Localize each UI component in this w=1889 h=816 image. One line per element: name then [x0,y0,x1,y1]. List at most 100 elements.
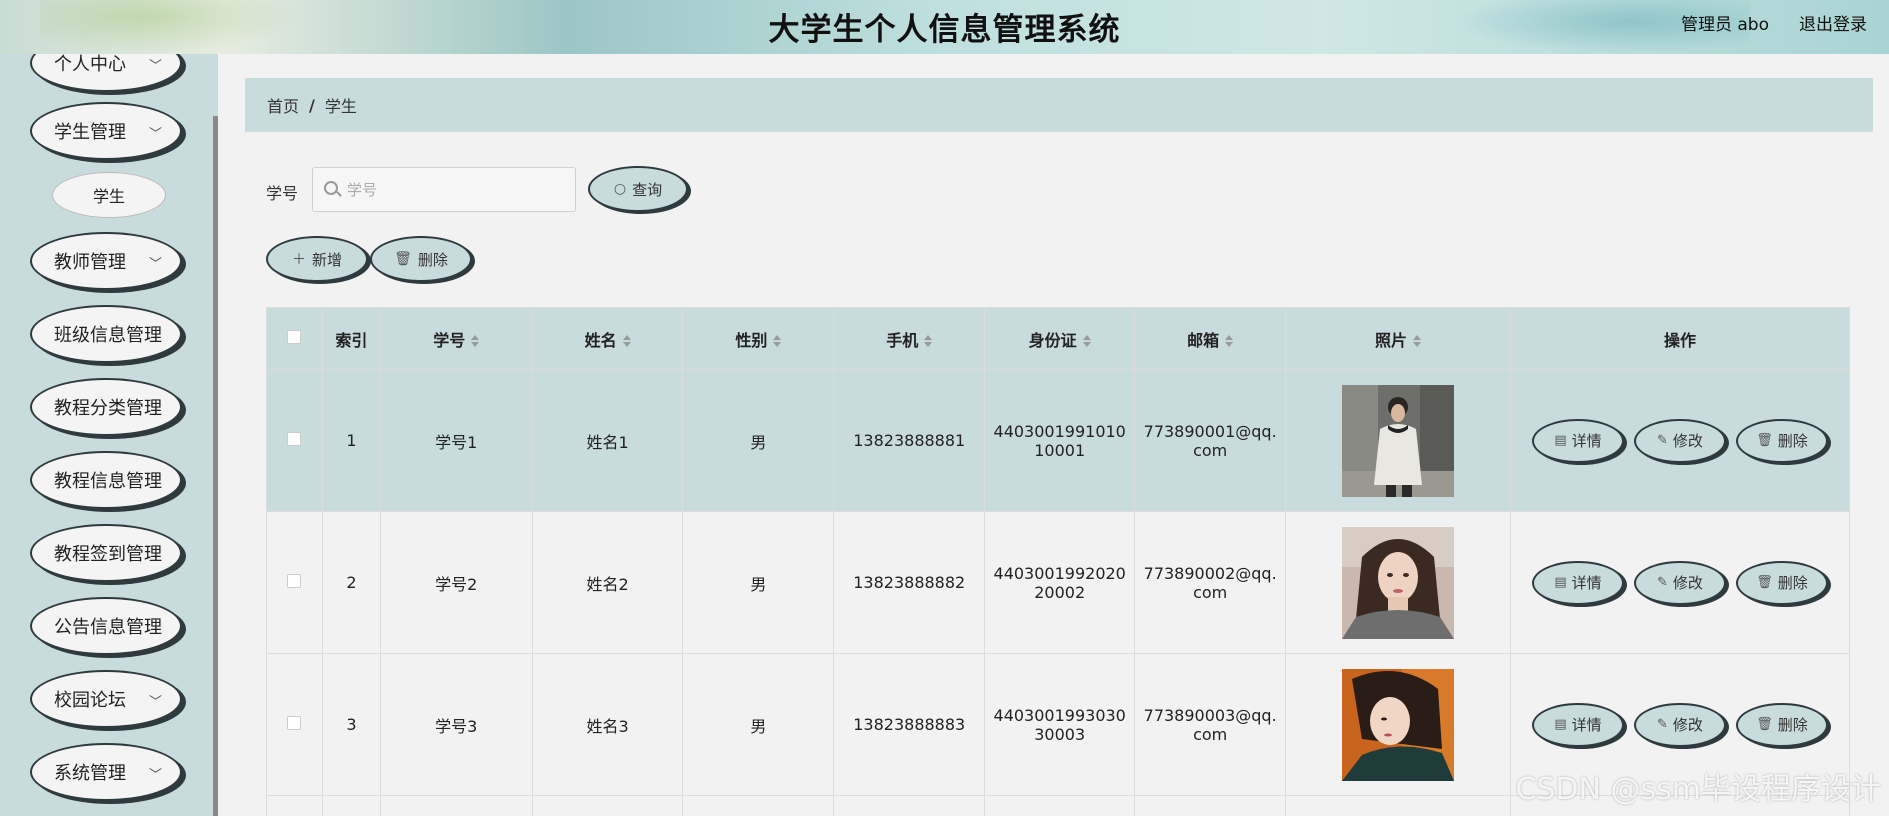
edit-button[interactable]: ✎ 修改 [1633,702,1726,747]
sidebar-item-teacher-management[interactable]: 教师管理 ﹀ [30,232,182,290]
column-header-id-card[interactable]: 身份证 [984,307,1136,370]
sidebar-item-campus-forum[interactable]: 校园论坛 ﹀ [30,670,182,728]
sidebar-subitem-student[interactable]: 学生 [52,172,166,218]
column-header-email[interactable]: 邮箱 [1134,307,1287,370]
trash-icon: 🗑 [1756,717,1773,732]
cell-photo [1285,511,1511,654]
logout-link[interactable]: 退出登录 [1799,10,1867,35]
cell-gender: 男 [682,369,835,512]
column-header-label: 姓名 [584,330,617,350]
column-header-name[interactable]: 姓名 [531,307,684,370]
breadcrumb: 首页 / 学生 [245,78,1873,132]
cell-email: 773890001@qq. com [1134,369,1287,512]
edit-button[interactable]: ✎ 修改 [1633,560,1726,605]
sort-icon[interactable] [773,335,782,347]
cell-student-no: 学号2 [379,511,533,654]
plus-icon: ＋ [291,252,306,268]
column-header-label: 学号 [433,330,466,350]
column-header-photo[interactable]: 照片 [1285,307,1511,370]
chevron-down-icon: ﹀ [148,59,162,74]
sidebar-item-tutorial-category[interactable]: 教程分类管理 [30,378,182,436]
chevron-down-icon: ﹀ [148,695,162,710]
table-row: 2 学号2 姓名2 男 13823888882 4403001992020 200… [266,511,1851,654]
cell-name: 姓名2 [531,511,684,654]
detail-button[interactable]: ▤ 详情 [1531,702,1624,747]
sidebar-item-label: 教师管理 [54,252,126,273]
cell-phone: 13823888882 [833,511,986,654]
current-user-label: 管理员 abo [1680,15,1769,35]
column-header-student-no[interactable]: 学号 [379,307,533,370]
add-button-label: 新增 [311,250,342,269]
delete-button-label: 删除 [1777,574,1808,592]
student-photo [1342,668,1455,781]
select-all-checkbox[interactable] [287,330,302,344]
email-line: 773890001@qq. [1143,421,1277,441]
sidebar-item-label: 校园论坛 [54,690,126,711]
sidebar-item-label: 系统管理 [54,763,126,784]
detail-button[interactable]: ▤ 详情 [1531,560,1624,605]
photo-1 [1342,384,1455,497]
sort-icon[interactable] [924,335,933,347]
sidebar-item-label: 学生 [92,187,125,206]
cell-student-no: 学号1 [379,369,533,512]
sidebar-item-system-management[interactable]: 系统管理 ﹀ [30,743,182,801]
email-line: com [1193,582,1228,602]
email-line: com [1193,440,1228,460]
watermark: CSDN @ssm毕设程序设计 [1515,772,1881,807]
trash-icon: 🗑 [394,251,412,267]
sidebar-item-student-management[interactable]: 学生管理 ﹀ [30,102,182,160]
document-icon: ▤ [1554,433,1567,448]
cell-name: 姓名1 [531,369,684,512]
pencil-icon: ✎ [1657,433,1668,448]
column-header-actions: 操作 [1509,307,1851,370]
detail-button[interactable]: ▤ 详情 [1531,418,1624,463]
row-checkbox[interactable] [287,716,302,730]
sidebar-scrollbar[interactable] [213,116,218,816]
delete-button[interactable]: 🗑 删除 [1735,702,1828,747]
sort-icon[interactable] [1082,335,1091,347]
search-input[interactable] [312,167,576,212]
sort-icon[interactable] [622,335,631,347]
delete-button[interactable]: 🗑 删除 [1735,418,1828,463]
app-header: 大学生个人信息管理系统 管理员 abo 退出登录 [0,0,1889,54]
search-label: 学号 [266,184,299,203]
sidebar-item-personal-center[interactable]: 个人中心 ﹀ [30,54,182,92]
cell-id-card: 4403001991010 10001 [984,369,1136,512]
breadcrumb-current: 学生 [324,97,357,116]
column-header-label: 性别 [735,330,768,350]
column-header-index: 索引 [321,307,381,370]
sidebar-item-class-info[interactable]: 班级信息管理 [30,305,182,363]
cell-id-card: 4403001992020 20002 [984,511,1136,654]
query-button[interactable]: ○ 查询 [588,166,688,212]
sort-icon[interactable] [1225,335,1234,347]
cell-phone: 13823888881 [833,369,986,512]
column-header-gender[interactable]: 性别 [682,307,835,370]
cell-index: 1 [321,369,381,512]
sidebar-item-announcement[interactable]: 公告信息管理 [30,597,182,655]
id-card-line: 4403001992020 [993,563,1126,583]
column-header-label: 手机 [886,330,919,350]
row-checkbox[interactable] [287,432,302,446]
delete-button[interactable]: 🗑 删除 [1735,560,1828,605]
breadcrumb-home[interactable]: 首页 [267,93,299,117]
sidebar-item-tutorial-info[interactable]: 教程信息管理 [30,451,182,509]
search-icon [324,181,338,195]
detail-button-label: 详情 [1571,716,1602,734]
email-line: 773890002@qq. [1143,563,1277,583]
pencil-icon: ✎ [1657,717,1668,732]
delete-button-label: 删除 [1777,716,1808,734]
column-header-phone[interactable]: 手机 [833,307,986,370]
student-photo [1342,526,1455,639]
cell-actions: ▤ 详情 ✎ 修改 🗑 删除 [1509,369,1851,512]
edit-button[interactable]: ✎ 修改 [1633,418,1726,463]
sidebar-item-tutorial-signin[interactable]: 教程签到管理 [30,524,182,582]
edit-button-label: 修改 [1672,716,1703,734]
sort-icon[interactable] [1413,335,1422,347]
batch-delete-button[interactable]: 🗑 删除 [370,236,472,282]
trash-icon: 🗑 [1756,433,1773,448]
column-header-label: 邮箱 [1187,330,1220,350]
row-checkbox[interactable] [287,574,302,588]
sort-icon[interactable] [471,335,480,347]
add-button[interactable]: ＋ 新增 [266,236,368,282]
cell-gender: 男 [682,511,835,654]
